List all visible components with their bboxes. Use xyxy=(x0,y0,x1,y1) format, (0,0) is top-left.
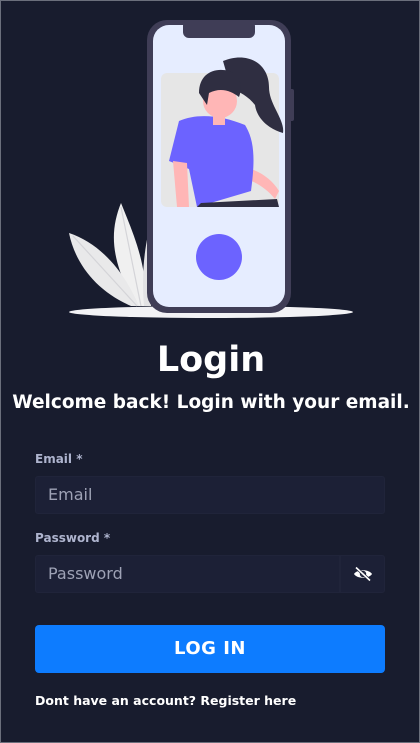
login-button[interactable]: LOG IN xyxy=(35,625,385,673)
toggle-password-visibility-button[interactable] xyxy=(340,555,385,593)
login-page: Login Welcome back! Login with your emai… xyxy=(0,0,420,743)
page-title: Login xyxy=(156,340,266,380)
email-placeholder: Email xyxy=(48,485,93,504)
password-placeholder: Password xyxy=(48,564,123,583)
register-link[interactable]: Dont have an account? Register here xyxy=(35,693,296,708)
plant-icon xyxy=(69,203,156,307)
email-field[interactable]: Email xyxy=(35,476,385,514)
email-label: Email * xyxy=(35,452,83,466)
page-subtitle: Welcome back! Login with your email. xyxy=(12,392,410,413)
phone-icon xyxy=(147,20,294,313)
eye-slash-icon xyxy=(353,566,372,582)
phone-woman-illustration xyxy=(69,20,353,318)
password-label: Password * xyxy=(35,531,111,545)
password-field[interactable]: Password xyxy=(35,555,340,593)
